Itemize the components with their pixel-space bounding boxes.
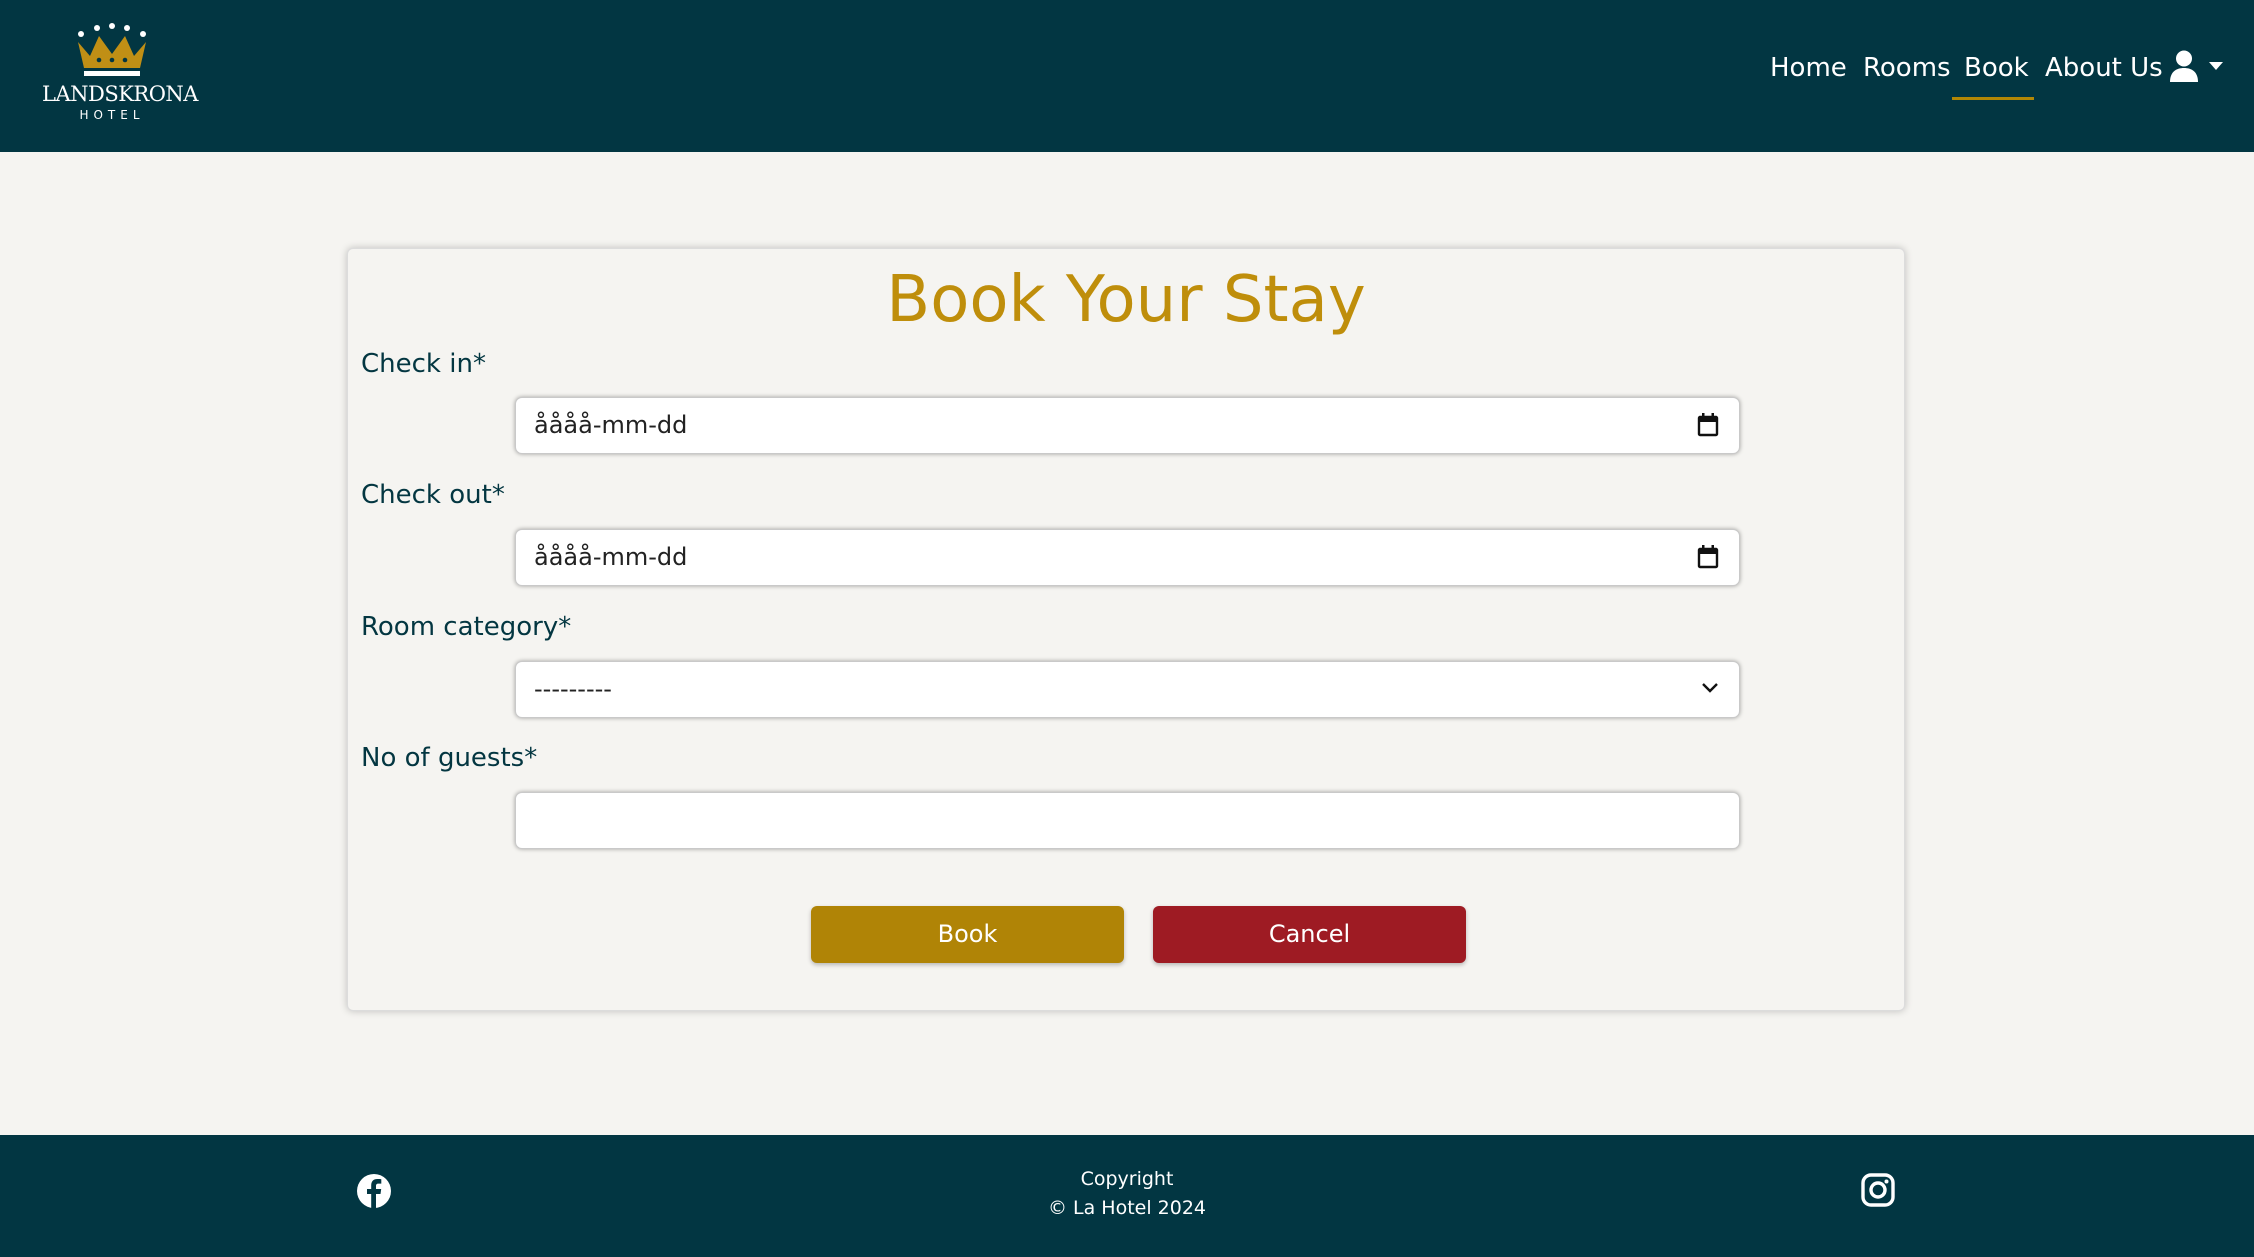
check-out-label: Check out* — [361, 480, 505, 510]
chevron-down-icon — [1702, 683, 1718, 693]
calendar-icon[interactable] — [1697, 545, 1719, 569]
caret-down-icon[interactable] — [2209, 62, 2223, 71]
page-title: Book Your Stay — [886, 263, 1366, 337]
guests-label: No of guests* — [361, 743, 538, 773]
nav-active-indicator — [1952, 97, 2034, 100]
guests-input[interactable] — [515, 792, 1740, 849]
footer: Copyright © La Hotel 2024 — [0, 1135, 2254, 1257]
check-in-value: åååå-mm-dd — [534, 411, 688, 439]
nav-home[interactable]: Home — [1770, 53, 1847, 83]
check-in-label: Check in* — [361, 349, 486, 379]
nav-rooms[interactable]: Rooms — [1863, 53, 1951, 83]
navbar: LANDSKRONA HOTEL Home Rooms Book About U… — [0, 0, 2254, 152]
check-out-input[interactable]: åååå-mm-dd — [515, 529, 1740, 586]
check-out-value: åååå-mm-dd — [534, 543, 688, 571]
brand-subtitle: HOTEL — [79, 108, 145, 122]
crown-icon — [78, 23, 146, 76]
copyright-line1: Copyright — [1080, 1168, 1174, 1190]
room-category-select[interactable]: --------- — [515, 661, 1740, 718]
brand-logo[interactable]: LANDSKRONA HOTEL — [42, 22, 198, 126]
cancel-button[interactable]: Cancel — [1153, 906, 1466, 963]
room-category-label: Room category* — [361, 612, 572, 642]
nav-book[interactable]: Book — [1964, 53, 2029, 83]
book-button[interactable]: Book — [811, 906, 1124, 963]
room-category-value: --------- — [534, 675, 612, 703]
user-icon[interactable] — [2170, 50, 2198, 82]
copyright-line2: © La Hotel 2024 — [1047, 1197, 1207, 1219]
check-in-input[interactable]: åååå-mm-dd — [515, 397, 1740, 454]
nav-about-us[interactable]: About Us — [2045, 53, 2163, 83]
brand-name: LANDSKRONA — [42, 82, 198, 106]
instagram-icon[interactable] — [1861, 1173, 1895, 1207]
booking-card: Book Your Stay Check in* åååå-mm-dd Chec… — [347, 248, 1905, 1011]
calendar-icon[interactable] — [1697, 413, 1719, 437]
